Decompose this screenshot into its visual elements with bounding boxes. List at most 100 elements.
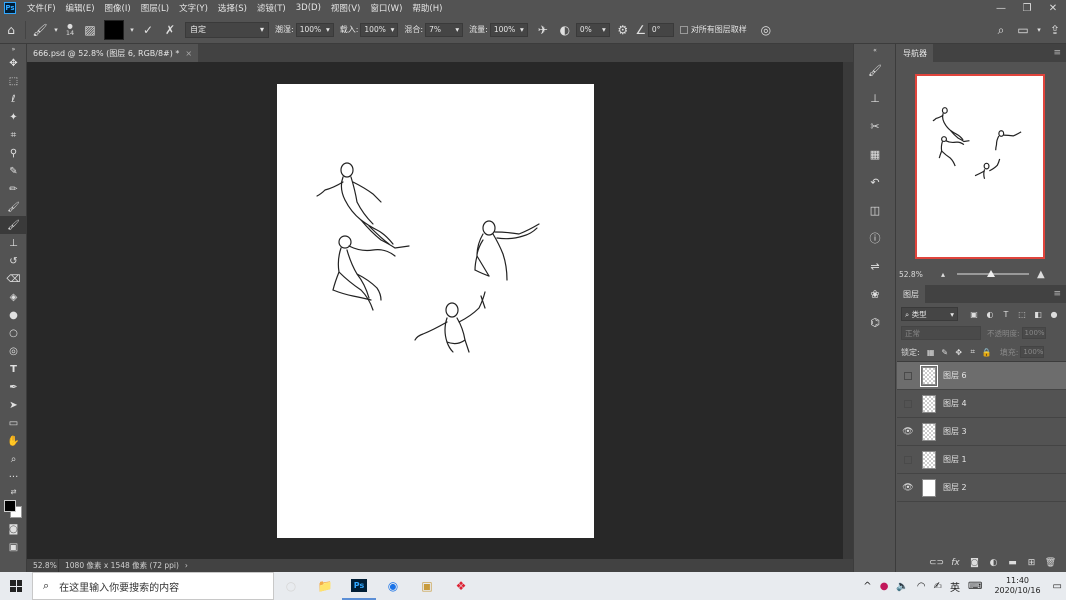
visibility-toggle[interactable] — [897, 362, 919, 390]
brush-tool-icon[interactable]: 🖌 — [0, 198, 27, 216]
menu-select[interactable]: 选择(S) — [213, 2, 252, 14]
color-panel-icon[interactable]: ❀ — [854, 280, 896, 308]
minimize-icon[interactable]: — — [988, 0, 1014, 16]
layer-style-icon[interactable]: fx — [946, 558, 965, 568]
zoom-in-icon[interactable]: ▲ — [1037, 269, 1045, 280]
adjustments-panel-icon[interactable]: ⇌ — [854, 252, 896, 280]
document-tab[interactable]: 666.psd @ 52.8% (图层 6, RGB/8#) * × — [27, 44, 199, 62]
search-icon[interactable]: ⌕ — [990, 19, 1012, 41]
new-adjustment-layer-icon[interactable]: ◐ — [984, 558, 1003, 568]
ime-mode[interactable]: 英 — [946, 579, 964, 594]
eye-icon[interactable]: 👁 — [897, 474, 919, 502]
shape-filter-icon[interactable]: ⬚ — [1014, 310, 1030, 319]
pencil-tool-icon[interactable]: ✏ — [0, 180, 27, 198]
navigator-preview[interactable] — [915, 74, 1045, 259]
airbrush-icon[interactable]: ✈ — [532, 19, 554, 41]
brush-preset-picker[interactable]: ● 14 — [61, 22, 79, 37]
home-icon[interactable]: ⌂ — [0, 19, 22, 41]
layers-tab[interactable]: 图层 — [897, 285, 925, 303]
dodge-tool-icon[interactable]: ○ — [0, 324, 27, 342]
blur-tool-icon[interactable]: ● — [0, 306, 27, 324]
swap-colors-icon[interactable]: ⇄ — [0, 486, 27, 498]
zoom-level[interactable]: 52.8% — [27, 559, 59, 572]
layer-row[interactable]: 图层 6 — [897, 362, 1066, 390]
volume-icon[interactable]: 🔈 — [892, 581, 912, 592]
navigator-tab[interactable]: 导航器 — [897, 44, 933, 62]
visibility-toggle[interactable] — [897, 446, 919, 474]
smoothing-input[interactable]: 0% ▾ — [575, 22, 610, 37]
navigator-zoom-slider[interactable] — [957, 270, 1029, 277]
clock[interactable]: 11:40 2020/10/16 — [986, 576, 1048, 596]
brush-settings-icon[interactable]: ▨ — [79, 19, 101, 41]
chevron-down-icon[interactable]: ▾ — [127, 19, 137, 41]
pen-icon[interactable]: ✍ — [930, 581, 946, 592]
paint-bucket-tool-icon[interactable]: ◈ — [0, 288, 27, 306]
paths-panel-icon[interactable]: ⌬ — [854, 308, 896, 336]
menu-help[interactable]: 帮助(H) — [407, 2, 447, 14]
chevron-down-icon[interactable]: ▾ — [1034, 19, 1044, 41]
start-button[interactable] — [0, 572, 32, 600]
filter-toggle-icon[interactable]: ● — [1046, 310, 1062, 319]
layer-name[interactable]: 图层 3 — [943, 426, 967, 437]
task-view-icon[interactable]: ○ — [274, 572, 308, 600]
info-icon[interactable]: ⓘ — [854, 224, 896, 252]
sponge-tool-icon[interactable]: ◎ — [0, 342, 27, 360]
file-explorer-icon[interactable]: 📁 — [308, 572, 342, 600]
rectangle-tool-icon[interactable]: ▭ — [0, 414, 27, 432]
wet-input[interactable]: 100% ▾ — [295, 22, 334, 37]
document-canvas[interactable] — [277, 84, 594, 538]
lock-transparent-icon[interactable]: ▦ — [924, 348, 938, 357]
layer-kind-filter[interactable]: ⌕ 类型 ▾ — [901, 307, 958, 321]
angle-input[interactable]: 0° — [647, 22, 674, 37]
flow-input[interactable]: 100% ▾ — [489, 22, 528, 37]
tray-app-icon[interactable]: ● — [876, 581, 893, 592]
menu-layer[interactable]: 图层(L) — [136, 2, 174, 14]
pixel-filter-icon[interactable]: ▣ — [966, 310, 982, 319]
zoom-out-icon[interactable]: ▴ — [941, 270, 945, 279]
menu-3d[interactable]: 3D(D) — [291, 3, 326, 13]
zoom-tool-icon[interactable]: ⌕ — [0, 450, 27, 468]
blend-preset-dropdown[interactable]: 自定 ▾ — [185, 21, 269, 38]
menu-filter[interactable]: 滤镜(T) — [252, 2, 291, 14]
foreground-color-swatch[interactable] — [4, 500, 16, 512]
restore-icon[interactable]: ❐ — [1014, 0, 1040, 16]
screen-mode-icon[interactable]: ▣ — [0, 538, 27, 556]
layer-row[interactable]: 👁 图层 2 — [897, 474, 1066, 502]
adjustment-filter-icon[interactable]: ◐ — [982, 310, 998, 319]
zoom-slider-handle[interactable] — [987, 270, 995, 277]
layer-row[interactable]: 图层 1 — [897, 446, 1066, 474]
menu-window[interactable]: 窗口(W) — [365, 2, 407, 14]
lock-artboard-icon[interactable]: ⌗ — [966, 347, 980, 357]
layer-name[interactable]: 图层 4 — [943, 398, 967, 409]
clean-brush-icon[interactable]: ✗ — [159, 19, 181, 41]
eyedropper-tool-icon[interactable]: ⚲ — [0, 144, 27, 162]
path-selection-tool-icon[interactable]: ➤ — [0, 396, 27, 414]
move-tool-icon[interactable]: ✥ — [0, 54, 27, 72]
mixer-brush-tool-icon[interactable]: 🖌 — [0, 216, 27, 234]
browser-icon[interactable]: ◉ — [376, 572, 410, 600]
menu-file[interactable]: 文件(F) — [22, 2, 61, 14]
history-brush-tool-icon[interactable]: ↺ — [0, 252, 27, 270]
current-brush-load-swatch[interactable] — [104, 19, 124, 40]
chevron-right-icon[interactable]: › — [185, 561, 188, 570]
add-mask-icon[interactable]: ◙ — [965, 558, 984, 568]
crop-tool-icon[interactable]: ⌗ — [0, 126, 27, 144]
healing-brush-tool-icon[interactable]: ✎ — [0, 162, 27, 180]
mixer-brush-tool-icon[interactable]: 🖌 — [29, 19, 51, 41]
clone-source-panel-icon[interactable]: ⊥ — [854, 84, 896, 112]
layer-row[interactable]: 图层 4 — [897, 390, 1066, 418]
more-tools-icon[interactable]: ··· — [0, 468, 27, 486]
collapse-toolbar-icon[interactable]: » — [0, 44, 27, 54]
menu-type[interactable]: 文字(Y) — [174, 2, 213, 14]
swatches-panel-icon[interactable]: ▦ — [854, 140, 896, 168]
eraser-tool-icon[interactable]: ⌫ — [0, 270, 27, 288]
menu-view[interactable]: 视图(V) — [326, 2, 365, 14]
gear-icon[interactable]: ⚙ — [612, 19, 634, 41]
chevron-down-icon[interactable]: ▾ — [51, 19, 61, 41]
lock-position-icon[interactable]: ✥ — [952, 348, 966, 357]
close-tab-icon[interactable]: × — [185, 49, 192, 58]
new-group-icon[interactable]: ▬ — [1003, 558, 1022, 568]
new-layer-icon[interactable]: ⊞ — [1022, 558, 1041, 568]
hand-tool-icon[interactable]: ✋ — [0, 432, 27, 450]
clone-stamp-tool-icon[interactable]: ⊥ — [0, 234, 27, 252]
